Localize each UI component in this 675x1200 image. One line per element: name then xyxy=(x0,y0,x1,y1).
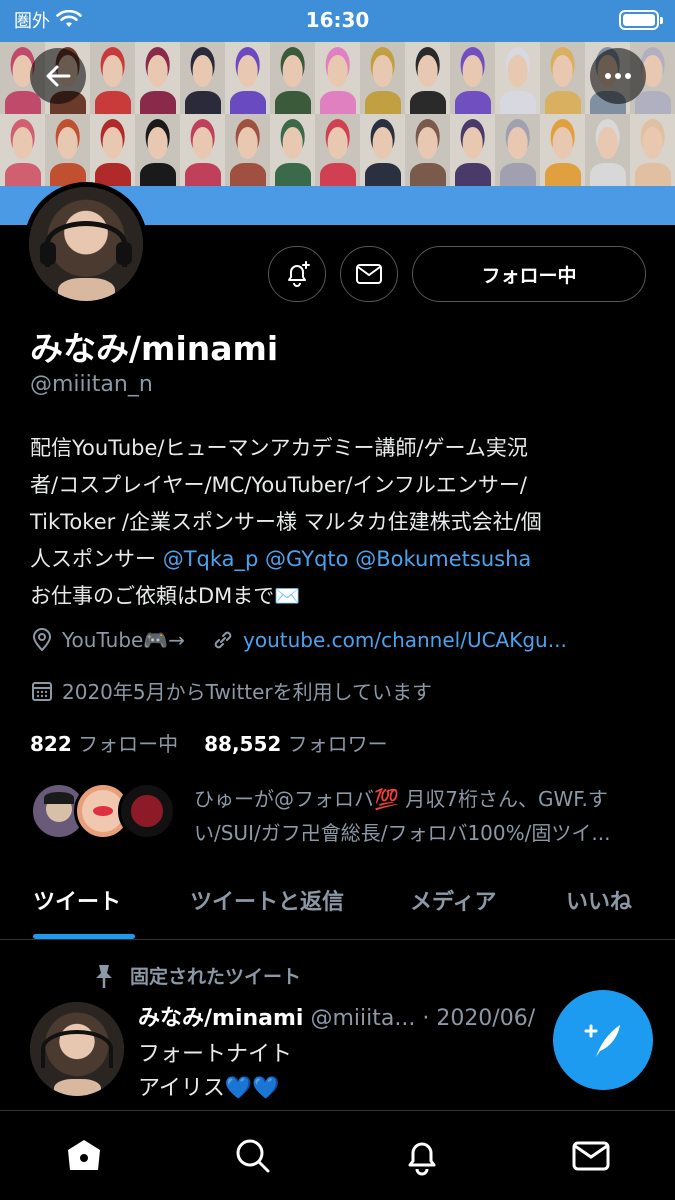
follower-avatar xyxy=(118,782,176,840)
banner-tile xyxy=(360,42,405,114)
banner-tile xyxy=(315,114,360,186)
banner-tile xyxy=(225,114,270,186)
followed-by-row[interactable]: ひゅーが@フォロバ💯 月収7桁さん、GWF.すい/SUI/ガフ卍會総長/フォロバ… xyxy=(30,782,654,850)
tab-media[interactable]: メディア xyxy=(410,884,496,916)
notify-button[interactable] xyxy=(268,246,326,302)
banner-tile xyxy=(135,42,180,114)
followers-count: 88,552 xyxy=(204,732,282,756)
mail-icon xyxy=(356,264,382,284)
banner-tile xyxy=(45,114,90,186)
tab-tweets-replies[interactable]: ツイートと返信 xyxy=(190,884,344,916)
profile-meta-row: YouTube🎮→ youtube.com/channel/UCAKgu... xyxy=(30,628,567,652)
avatar-image xyxy=(29,187,143,301)
banner-tile xyxy=(315,42,360,114)
following-button[interactable]: フォロー中 xyxy=(412,246,646,302)
mail-icon xyxy=(572,1141,610,1170)
bio-line: 人スポンサー @Tqka_p @GYqto @Bokumetsusha xyxy=(30,541,650,578)
banner-tile xyxy=(495,42,540,114)
profile-joined-date: 2020年5月からTwitterを利用しています xyxy=(62,680,433,704)
mention-link[interactable]: @Bokumetsusha xyxy=(355,547,531,571)
bio-line: TikToker /企業スポンサー様 マルタカ住建株式会社/個 xyxy=(30,510,542,534)
bio-line: 者/コスプレイヤー/MC/YouTuber/インフルエンサー/ xyxy=(30,473,527,497)
profile-website-link[interactable]: youtube.com/channel/UCAKgu... xyxy=(243,628,567,652)
profile-location: YouTube🎮→ xyxy=(62,628,185,652)
pinned-label: 固定されたツイート xyxy=(130,966,302,988)
banner-tile xyxy=(540,42,585,114)
banner-tile xyxy=(450,42,495,114)
mention-link[interactable]: @Tqka_p xyxy=(163,547,259,571)
location-pin-icon xyxy=(32,628,52,652)
nav-messages[interactable] xyxy=(551,1126,631,1186)
banner-tile xyxy=(540,114,585,186)
more-icon xyxy=(605,73,631,79)
followed-by-text: ひゅーが@フォロバ💯 月収7桁さん、GWF.すい/SUI/ガフ卍會総長/フォロバ… xyxy=(194,787,611,845)
banner-tile xyxy=(405,114,450,186)
pin-icon xyxy=(96,964,112,988)
profile-tabs: ツイート ツイートと返信 メディア いいね xyxy=(0,870,675,940)
mention-link[interactable]: @GYqto xyxy=(265,547,348,571)
banner-tile xyxy=(270,114,315,186)
nav-search[interactable] xyxy=(213,1126,293,1186)
banner-tile xyxy=(450,114,495,186)
back-button[interactable] xyxy=(30,48,86,104)
following-stat[interactable]: 822 フォロー中 xyxy=(30,728,178,757)
tweet-text: アイリス💙💙 xyxy=(138,1076,280,1101)
followers-stat[interactable]: 88,552 フォロワー xyxy=(204,728,388,757)
banner-tile xyxy=(495,114,540,186)
tab-tweets[interactable]: ツイート xyxy=(33,884,121,916)
tweet-header: みなみ/minami @miiita... · 2020/06/ xyxy=(138,1000,535,1032)
tweet-avatar[interactable] xyxy=(30,1002,124,1096)
nav-home[interactable] xyxy=(44,1126,124,1186)
compose-tweet-button[interactable] xyxy=(553,990,653,1090)
followers-label: フォロワー xyxy=(287,732,388,756)
banner-tile xyxy=(135,114,180,186)
more-button[interactable] xyxy=(590,48,646,104)
banner-tile xyxy=(0,114,45,186)
banner-tile xyxy=(270,42,315,114)
bio-line: 配信YouTube/ヒューマンアカデミー講師/ゲーム実況 xyxy=(30,436,528,460)
battery-icon xyxy=(619,10,663,30)
banner-collage xyxy=(0,42,675,186)
banner-tile xyxy=(180,42,225,114)
home-icon xyxy=(68,1139,101,1170)
banner-tile xyxy=(585,114,630,186)
status-time: 16:30 xyxy=(305,8,370,32)
bell-plus-icon xyxy=(288,261,310,287)
bio-text: 人スポンサー xyxy=(30,547,163,571)
banner-tile xyxy=(90,114,135,186)
profile-bio: 配信YouTube/ヒューマンアカデミー講師/ゲーム実況 者/コスプレイヤー/M… xyxy=(30,430,650,615)
banner-tile xyxy=(405,42,450,114)
profile-name: みなみ/minami xyxy=(30,329,279,368)
banner-tile xyxy=(225,42,270,114)
following-label: フォロー中 xyxy=(78,732,179,756)
wifi-icon xyxy=(56,10,82,27)
bell-icon xyxy=(408,1142,436,1175)
bottom-nav xyxy=(0,1110,675,1200)
tab-likes[interactable]: いいね xyxy=(566,884,632,916)
nav-notifications[interactable] xyxy=(382,1126,462,1186)
profile-stats: 822 フォロー中 88,552 フォロワー xyxy=(30,728,388,757)
profile-avatar[interactable] xyxy=(24,182,148,306)
bio-line: お仕事のご依頼はDMまで✉️ xyxy=(30,584,301,608)
pinned-label-row: 固定されたツイート xyxy=(92,962,301,989)
carrier-label: 圏外 xyxy=(14,11,50,32)
status-bar: 圏外 16:30 xyxy=(0,0,675,40)
banner-tile xyxy=(90,42,135,114)
banner-tile xyxy=(180,114,225,186)
link-icon xyxy=(214,631,232,649)
compose-icon xyxy=(584,1024,620,1057)
message-button[interactable] xyxy=(340,246,398,302)
banner-tile xyxy=(630,114,675,186)
tweet-handle-date: @miiita... · 2020/06/ xyxy=(310,1006,536,1031)
search-icon xyxy=(236,1139,270,1172)
banner-tile xyxy=(360,114,405,186)
back-arrow-icon xyxy=(46,65,71,87)
active-tab-indicator xyxy=(33,934,135,939)
profile-joined-row: 2020年5月からTwitterを利用しています xyxy=(30,676,432,705)
calendar-icon xyxy=(32,681,52,701)
following-count: 822 xyxy=(30,732,72,756)
tweet-author-name: みなみ/minami xyxy=(138,1006,304,1031)
tweet-text: フォートナイト xyxy=(138,1042,293,1067)
profile-handle: @miiitan_n xyxy=(30,372,153,397)
